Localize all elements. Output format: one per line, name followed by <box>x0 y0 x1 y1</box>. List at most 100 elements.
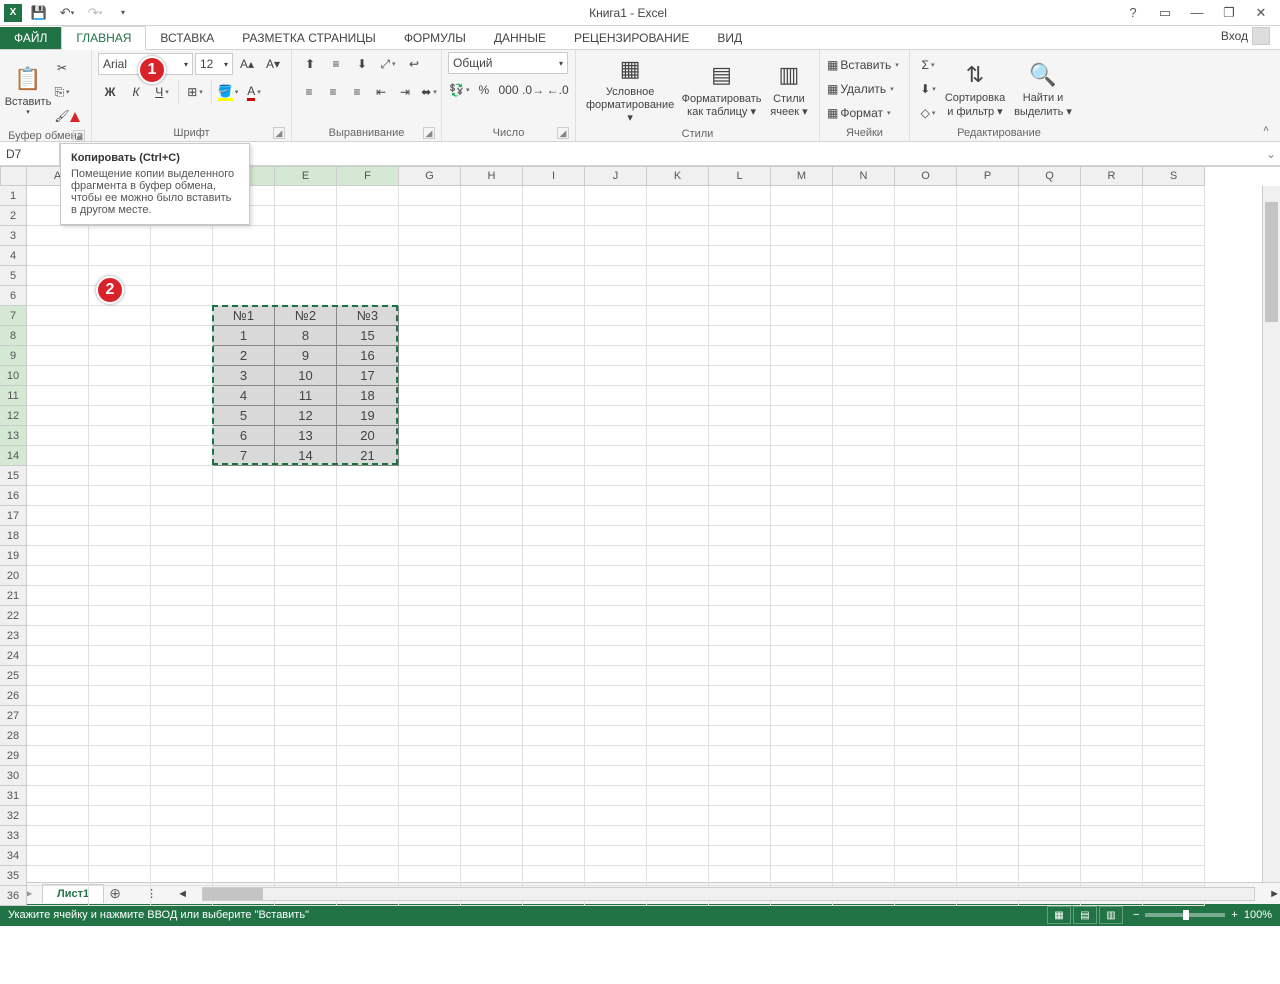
cell-K33[interactable] <box>647 826 709 846</box>
cell-L12[interactable] <box>709 406 771 426</box>
cell-O9[interactable] <box>895 346 957 366</box>
cell-A17[interactable] <box>27 506 89 526</box>
cell-B24[interactable] <box>89 646 151 666</box>
horizontal-scrollbar[interactable]: ⋮ ◄► <box>146 887 1280 901</box>
font-color-button[interactable]: A▾ <box>243 81 265 103</box>
cell-S31[interactable] <box>1143 786 1205 806</box>
cell-E2[interactable] <box>275 206 337 226</box>
cell-F30[interactable] <box>337 766 399 786</box>
cell-C23[interactable] <box>151 626 213 646</box>
cell-K9[interactable] <box>647 346 709 366</box>
cell-M29[interactable] <box>771 746 833 766</box>
cell-E20[interactable] <box>275 566 337 586</box>
row-header-26[interactable]: 26 <box>0 686 27 706</box>
cell-S22[interactable] <box>1143 606 1205 626</box>
cell-O3[interactable] <box>895 226 957 246</box>
cell-E31[interactable] <box>275 786 337 806</box>
cell-D19[interactable] <box>213 546 275 566</box>
cell-M9[interactable] <box>771 346 833 366</box>
cell-A22[interactable] <box>27 606 89 626</box>
cell-H8[interactable] <box>461 326 523 346</box>
row-header-13[interactable]: 13 <box>0 426 27 446</box>
cell-G2[interactable] <box>399 206 461 226</box>
tab-review[interactable]: РЕЦЕНЗИРОВАНИЕ <box>560 27 703 49</box>
cell-A23[interactable] <box>27 626 89 646</box>
cell-R32[interactable] <box>1081 806 1143 826</box>
cell-O15[interactable] <box>895 466 957 486</box>
cell-F1[interactable] <box>337 186 399 206</box>
sign-in[interactable]: Вход <box>1211 23 1280 49</box>
cell-M13[interactable] <box>771 426 833 446</box>
column-header-E[interactable]: E <box>275 167 337 186</box>
cell-F12[interactable]: 19 <box>337 406 399 426</box>
cell-P13[interactable] <box>957 426 1019 446</box>
cell-I12[interactable] <box>523 406 585 426</box>
cell-F15[interactable] <box>337 466 399 486</box>
cell-C30[interactable] <box>151 766 213 786</box>
cell-D12[interactable]: 5 <box>213 406 275 426</box>
cell-L25[interactable] <box>709 666 771 686</box>
cell-R11[interactable] <box>1081 386 1143 406</box>
cell-G5[interactable] <box>399 266 461 286</box>
cell-H16[interactable] <box>461 486 523 506</box>
cell-E22[interactable] <box>275 606 337 626</box>
cell-J2[interactable] <box>585 206 647 226</box>
cell-M10[interactable] <box>771 366 833 386</box>
cell-R3[interactable] <box>1081 226 1143 246</box>
format-cells-button[interactable]: ▦ Формат▾ <box>827 102 904 124</box>
cell-I13[interactable] <box>523 426 585 446</box>
cell-K8[interactable] <box>647 326 709 346</box>
cell-A18[interactable] <box>27 526 89 546</box>
cell-J29[interactable] <box>585 746 647 766</box>
align-left-button[interactable]: ≡ <box>299 81 319 103</box>
cell-Q35[interactable] <box>1019 866 1081 886</box>
cell-R30[interactable] <box>1081 766 1143 786</box>
cell-G21[interactable] <box>399 586 461 606</box>
row-header-10[interactable]: 10 <box>0 366 27 386</box>
redo-button[interactable]: ↷▾ <box>84 2 106 24</box>
cell-D13[interactable]: 6 <box>213 426 275 446</box>
name-box[interactable]: D7 <box>0 142 60 165</box>
cell-L21[interactable] <box>709 586 771 606</box>
cell-O13[interactable] <box>895 426 957 446</box>
cell-K31[interactable] <box>647 786 709 806</box>
cell-Q18[interactable] <box>1019 526 1081 546</box>
cell-N35[interactable] <box>833 866 895 886</box>
cell-C15[interactable] <box>151 466 213 486</box>
cell-N12[interactable] <box>833 406 895 426</box>
cell-B33[interactable] <box>89 826 151 846</box>
cell-M23[interactable] <box>771 626 833 646</box>
cell-S32[interactable] <box>1143 806 1205 826</box>
cell-H5[interactable] <box>461 266 523 286</box>
cell-P4[interactable] <box>957 246 1019 266</box>
cell-I21[interactable] <box>523 586 585 606</box>
cell-M14[interactable] <box>771 446 833 466</box>
cell-O30[interactable] <box>895 766 957 786</box>
cell-E24[interactable] <box>275 646 337 666</box>
row-header-22[interactable]: 22 <box>0 606 27 626</box>
cell-B27[interactable] <box>89 706 151 726</box>
cell-C32[interactable] <box>151 806 213 826</box>
cell-B31[interactable] <box>89 786 151 806</box>
cell-J3[interactable] <box>585 226 647 246</box>
underline-button[interactable]: Ч▾ <box>151 81 173 103</box>
cell-B11[interactable] <box>89 386 151 406</box>
zoom-slider[interactable] <box>1145 913 1225 917</box>
cell-M32[interactable] <box>771 806 833 826</box>
cell-O32[interactable] <box>895 806 957 826</box>
cell-E10[interactable]: 10 <box>275 366 337 386</box>
cell-D9[interactable]: 2 <box>213 346 275 366</box>
cell-Q4[interactable] <box>1019 246 1081 266</box>
cell-H23[interactable] <box>461 626 523 646</box>
row-header-11[interactable]: 11 <box>0 386 27 406</box>
cell-B20[interactable] <box>89 566 151 586</box>
zoom-out-button[interactable]: − <box>1133 909 1139 921</box>
cell-L11[interactable] <box>709 386 771 406</box>
cell-O2[interactable] <box>895 206 957 226</box>
cell-J25[interactable] <box>585 666 647 686</box>
cell-O8[interactable] <box>895 326 957 346</box>
cell-G1[interactable] <box>399 186 461 206</box>
cell-F7[interactable]: №3 <box>337 306 399 326</box>
cell-S13[interactable] <box>1143 426 1205 446</box>
row-header-3[interactable]: 3 <box>0 226 27 246</box>
